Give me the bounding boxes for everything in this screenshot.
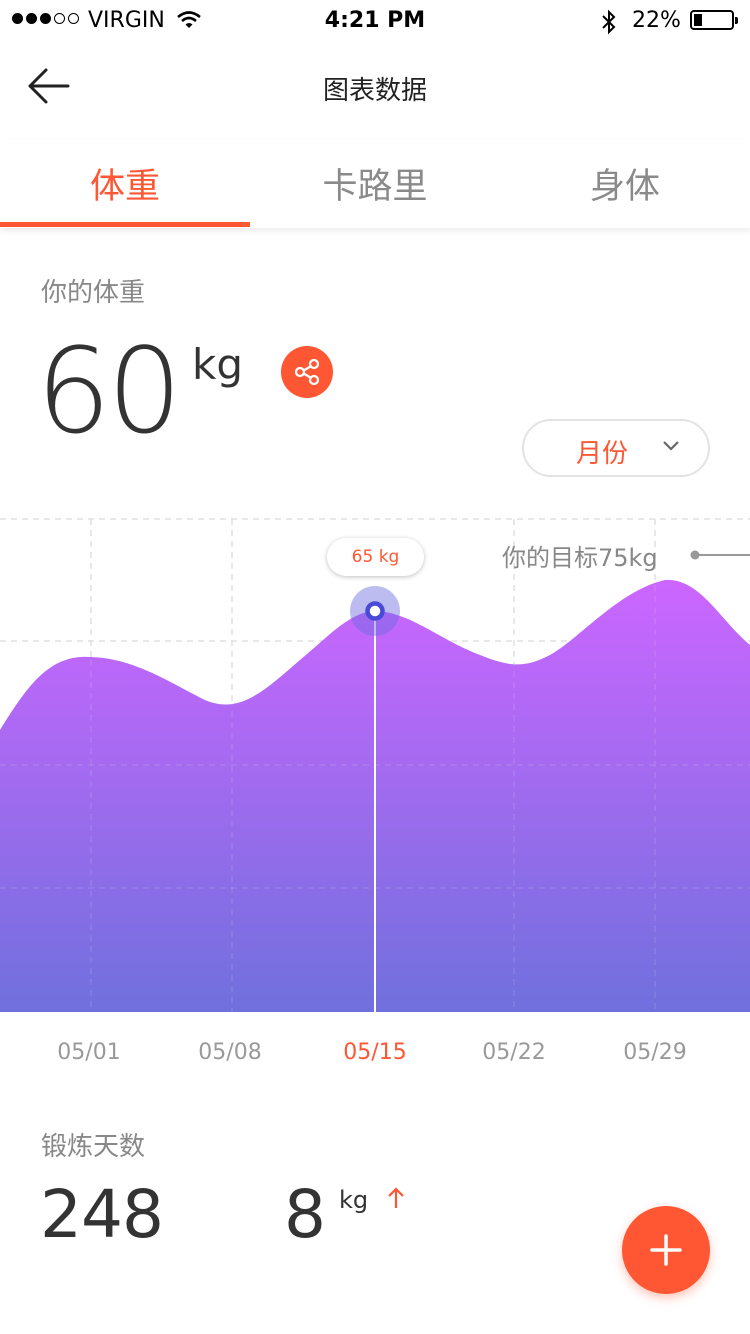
- share-button[interactable]: [281, 346, 333, 398]
- x-axis-label[interactable]: 05/01: [39, 1040, 139, 1065]
- selected-value-tooltip: 65 kg: [327, 538, 424, 576]
- weight-value: 60: [36, 322, 182, 460]
- weight-label: 你的体重: [41, 278, 146, 308]
- chevron-down-icon: [663, 441, 679, 451]
- battery-percentage: 22%: [632, 8, 681, 33]
- period-select[interactable]: 月份: [522, 419, 710, 477]
- plus-icon: [650, 1234, 682, 1266]
- weight-change-value: 8: [284, 1176, 326, 1253]
- weight-change-unit: kg: [339, 1186, 369, 1214]
- tab-bar: 体重 卡路里 身体: [0, 140, 750, 228]
- tab-weight[interactable]: 体重: [0, 158, 250, 209]
- x-axis-label[interactable]: 05/08: [180, 1040, 280, 1065]
- tab-calories[interactable]: 卡路里: [250, 158, 500, 209]
- workout-days-label: 锻炼天数: [41, 1132, 146, 1162]
- add-button[interactable]: [622, 1206, 710, 1294]
- weight-unit: kg: [192, 340, 243, 389]
- share-icon: [294, 358, 320, 386]
- x-axis-label-selected[interactable]: 05/15: [325, 1040, 425, 1065]
- bluetooth-icon: [602, 9, 616, 35]
- weight-area-chart: [0, 518, 750, 1012]
- page-title: 图表数据: [322, 76, 427, 106]
- active-tab-indicator: [0, 222, 250, 227]
- battery-icon: [690, 10, 738, 30]
- period-select-value: 月份: [576, 439, 629, 469]
- arrow-up-icon: [388, 1187, 404, 1208]
- selected-point-marker[interactable]: [365, 601, 385, 621]
- workout-days-value: 248: [40, 1176, 164, 1253]
- x-axis-label[interactable]: 05/29: [605, 1040, 705, 1065]
- status-bar: VIRGIN 4:21 PM 22%: [0, 0, 750, 44]
- tab-body[interactable]: 身体: [500, 158, 750, 209]
- goal-line-dot: [690, 550, 700, 560]
- goal-label: 你的目标75kg: [502, 544, 658, 572]
- x-axis-label[interactable]: 05/22: [464, 1040, 564, 1065]
